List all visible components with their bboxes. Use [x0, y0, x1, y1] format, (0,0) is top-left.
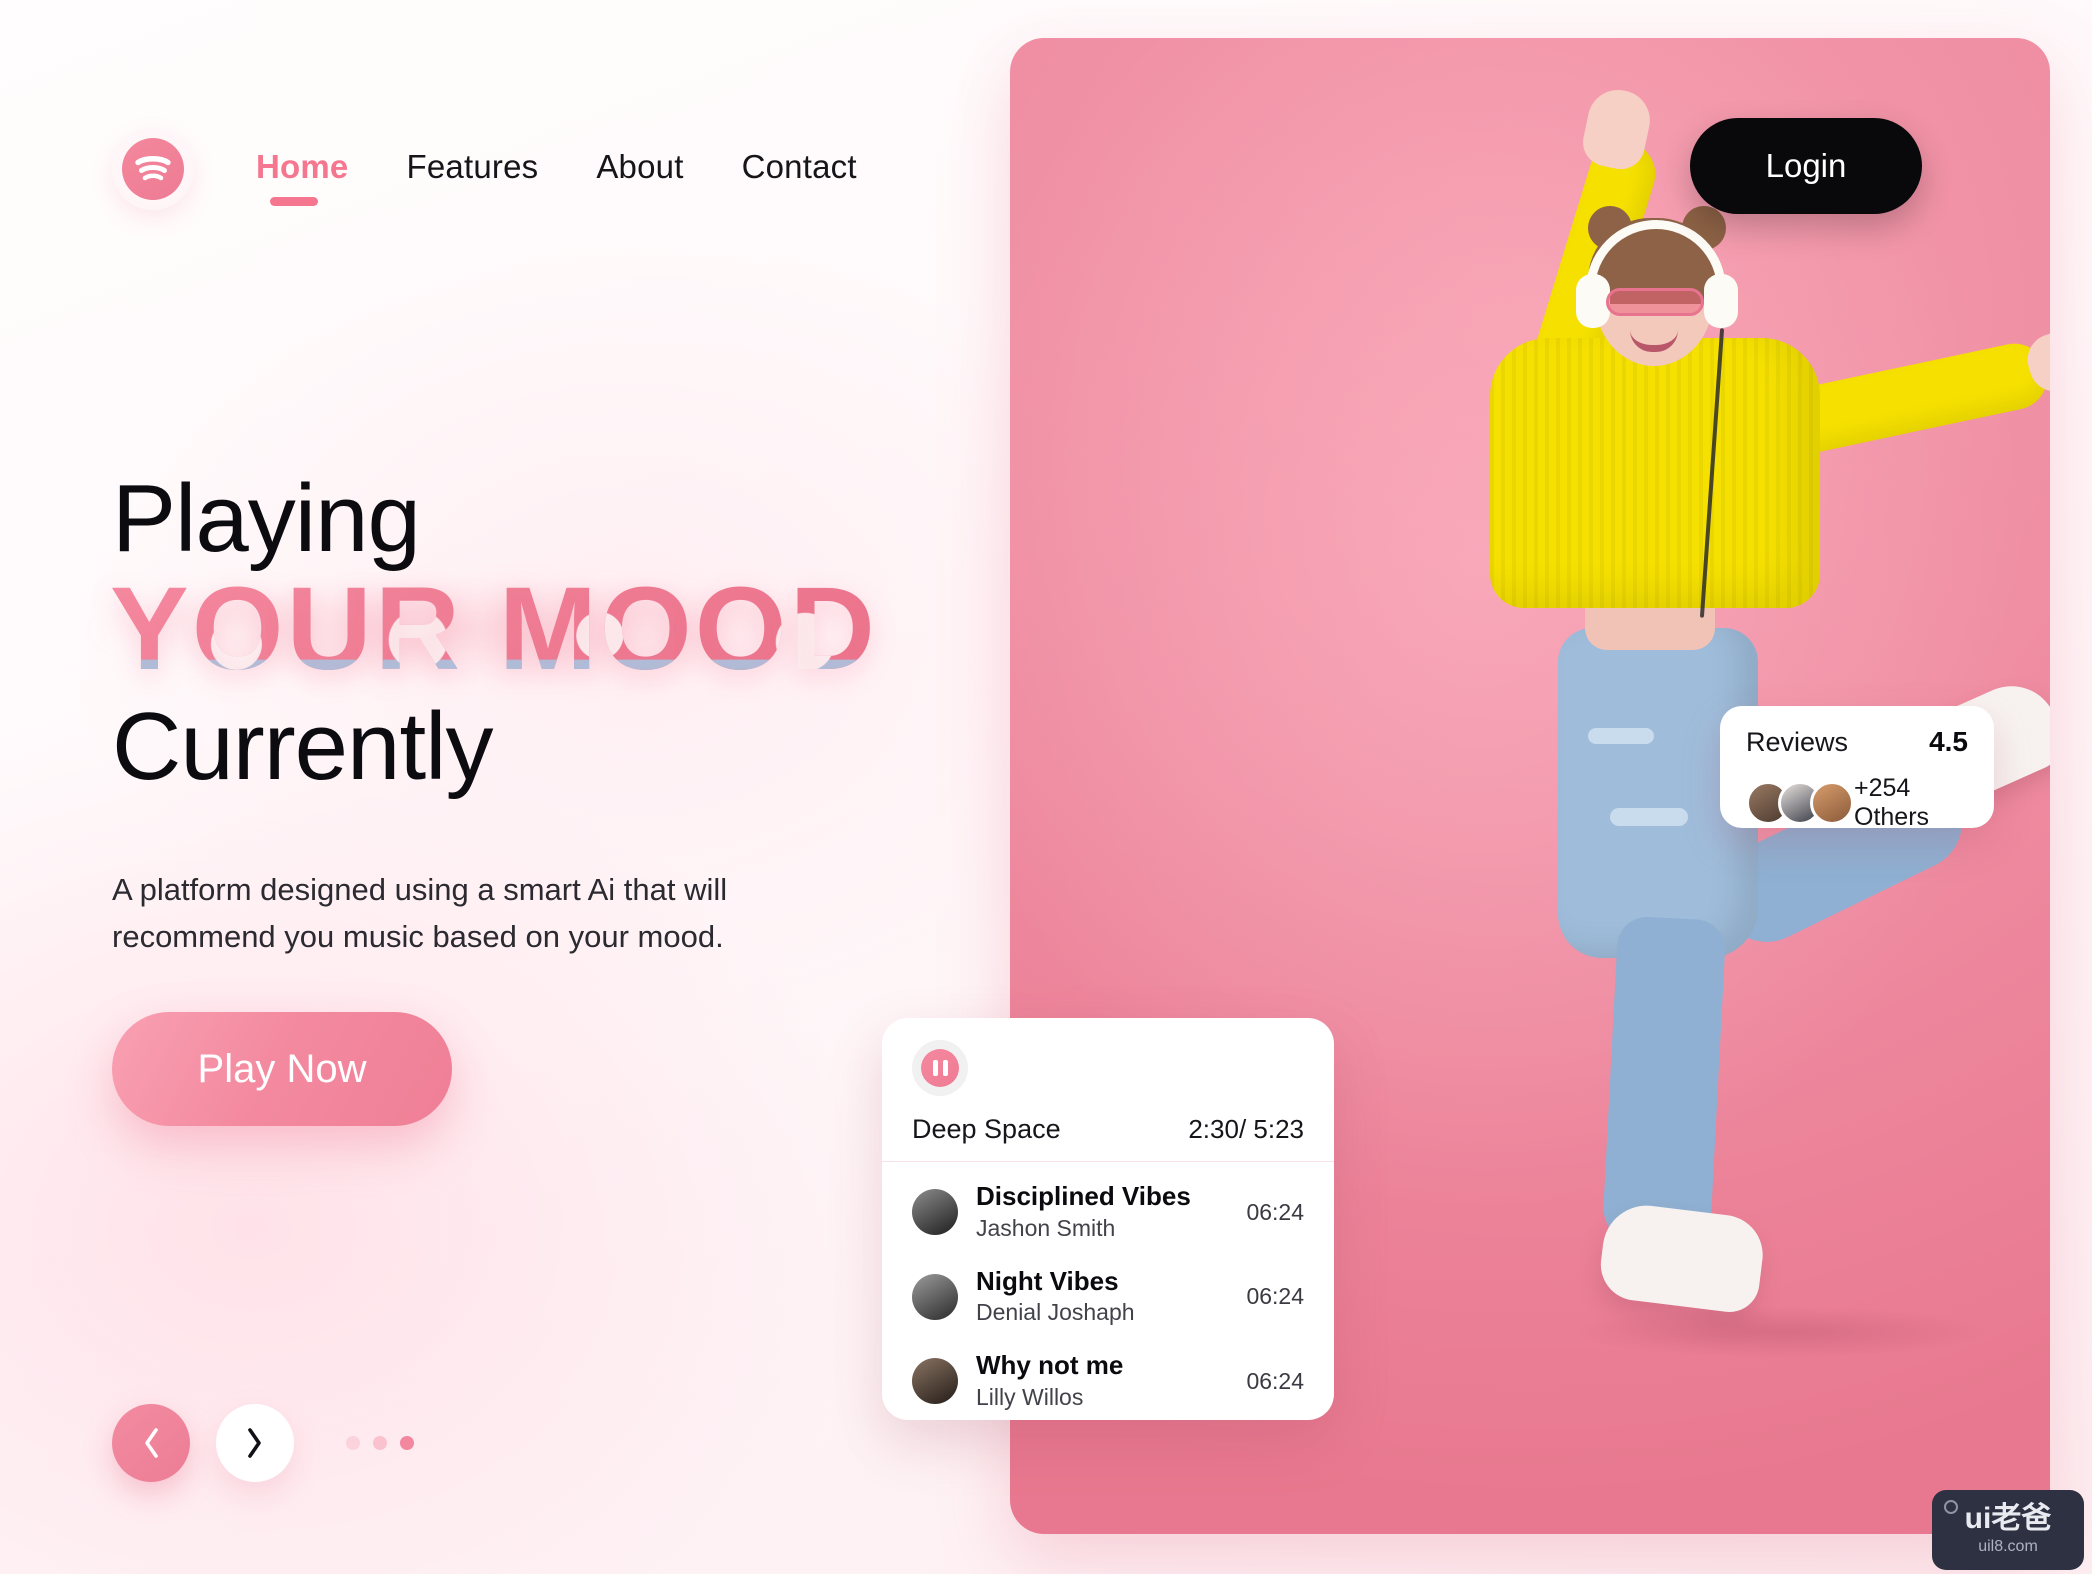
nav-item-contact[interactable]: Contact: [742, 148, 857, 190]
nav-links: Home Features About Contact: [256, 148, 857, 206]
reviews-card: Reviews 4.5 +254 Others: [1720, 706, 1994, 831]
track-list: Disciplined Vibes Jashon Smith 06:24 Nig…: [882, 1162, 1334, 1420]
track-artist: Denial Joshaph: [976, 1299, 1135, 1326]
reviews-footer: +254 Others: [1746, 774, 1968, 832]
headline-highlight-text: YOUR MOOD: [110, 570, 900, 688]
reviews-score: 4.5: [1929, 726, 1968, 757]
nav-item-label: About: [596, 148, 684, 185]
track-name: Disciplined Vibes: [976, 1181, 1191, 1211]
hero-headline: Playing YOUR MOOD Currently: [82, 465, 932, 800]
track-duration: 06:24: [1246, 1367, 1304, 1394]
reviewer-avatars: [1746, 781, 1854, 825]
sweater-ribbing: [1490, 338, 1820, 608]
avatar: [1810, 781, 1854, 825]
carousel-controls: [112, 1404, 414, 1482]
track-duration: 06:24: [1246, 1198, 1304, 1225]
watermark-sub-text: uil8.com: [1978, 1538, 2038, 1555]
pause-button[interactable]: [912, 1040, 968, 1096]
track-avatar: [912, 1189, 958, 1236]
track-info: Why not me Lilly Willos: [976, 1350, 1246, 1413]
sunglasses-icon: [1606, 288, 1704, 316]
headphone-cup-left: [1576, 274, 1610, 328]
track-artist: Lilly Willos: [976, 1383, 1084, 1410]
track-avatar: [912, 1358, 958, 1405]
nav-item-features[interactable]: Features: [407, 148, 539, 190]
jeans-rip: [1610, 808, 1688, 826]
carousel-dot[interactable]: [373, 1436, 387, 1450]
carousel-prev-button[interactable]: [112, 1404, 190, 1482]
pause-icon: [921, 1049, 959, 1087]
carousel-dots: [346, 1436, 414, 1450]
track-duration: 06:24: [1246, 1283, 1304, 1310]
watermark-main-text: ui老爸: [1964, 1502, 2052, 1535]
spotify-wave-icon-glyph: [135, 156, 171, 181]
nav-item-label: Features: [406, 148, 539, 185]
hero-subtext: A platform designed using a smart Ai tha…: [112, 872, 728, 955]
headline-line-1: Playing: [112, 465, 421, 572]
carousel-dot[interactable]: [346, 1436, 360, 1450]
active-nav-underline: [270, 197, 318, 206]
circle-icon: [1944, 1500, 1958, 1514]
chevron-right-icon: [248, 1428, 261, 1458]
carousel-next-button[interactable]: [216, 1404, 294, 1482]
watermark: ui老爸 uil8.com: [1932, 1490, 2084, 1570]
standing-shoe: [1596, 1200, 1768, 1316]
spotify-wave-icon: [122, 138, 184, 200]
track-artist: Jashon Smith: [976, 1214, 1116, 1241]
nav-item-label: Home: [256, 148, 349, 185]
track-row[interactable]: Disciplined Vibes Jashon Smith 06:24: [912, 1170, 1304, 1255]
chevron-left-icon: [145, 1428, 158, 1458]
nav-item-home[interactable]: Home: [256, 148, 349, 206]
pause-bar: [942, 1060, 948, 1076]
now-playing-title: Deep Space: [912, 1114, 1061, 1144]
track-name: Why not me: [976, 1350, 1124, 1381]
reviews-others-count: +254 Others: [1854, 774, 1930, 831]
track-info: Disciplined Vibes Jashon Smith: [976, 1181, 1246, 1244]
track-row[interactable]: Night Vibes Denial Joshaph 06:24: [912, 1255, 1304, 1340]
reviews-header: Reviews 4.5: [1746, 726, 1968, 758]
nav-item-label: Contact: [741, 148, 857, 185]
brand-logo[interactable]: [112, 128, 194, 210]
track-name: Night Vibes: [976, 1265, 1119, 1296]
headphone-cup-right: [1704, 274, 1738, 328]
floor-shadow: [1570, 1306, 1990, 1358]
reviews-label: Reviews: [1746, 726, 1849, 757]
play-now-button[interactable]: Play Now: [112, 1012, 452, 1126]
pause-bar: [932, 1060, 938, 1076]
landing-page: Home Features About Contact Login Playin…: [0, 0, 2092, 1574]
player-header: Deep Space 2:30/ 5:23: [882, 1018, 1334, 1162]
login-button[interactable]: Login: [1690, 118, 1922, 214]
carousel-dot-active[interactable]: [400, 1436, 414, 1450]
now-playing-row: Deep Space 2:30/ 5:23: [912, 1114, 1304, 1145]
nav-item-about[interactable]: About: [596, 148, 683, 190]
track-info: Night Vibes Denial Joshaph: [976, 1266, 1246, 1329]
track-avatar: [912, 1273, 958, 1320]
headline-line-3: Currently: [112, 692, 493, 800]
navbar: Home Features About Contact: [112, 128, 857, 210]
now-playing-time: 2:30/ 5:23: [1188, 1114, 1304, 1144]
music-player-card: Deep Space 2:30/ 5:23 Disciplined Vibes …: [882, 1018, 1334, 1420]
standing-leg: [1601, 915, 1727, 1251]
track-row[interactable]: Why not me Lilly Willos 06:24: [912, 1339, 1304, 1420]
headline-highlight-wrap: YOUR MOOD: [82, 570, 932, 692]
jeans-rip: [1588, 728, 1654, 744]
